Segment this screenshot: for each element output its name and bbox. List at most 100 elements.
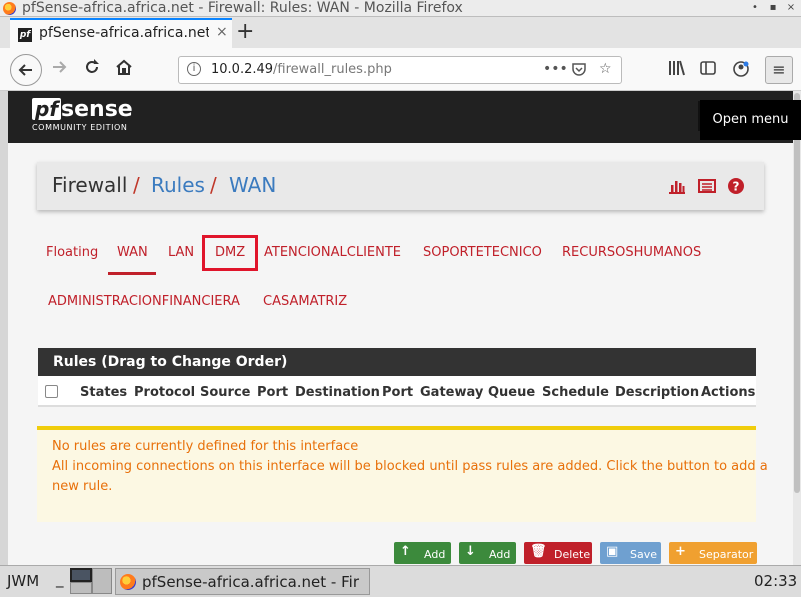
rules-panel-heading: Rules (Drag to Change Order): [38, 348, 756, 376]
hamburger-menu-icon[interactable]: ≡: [765, 56, 793, 84]
screen: pfSense-africa.africa.net - Firewall: Ru…: [0, 0, 801, 597]
minimize-all-button[interactable]: _: [56, 570, 64, 588]
separator-label: Separator: [699, 548, 754, 561]
log-list-icon[interactable]: [698, 177, 716, 195]
help-icon[interactable]: ?: [727, 177, 745, 195]
logo-pf: pf: [32, 98, 62, 120]
tab-floating[interactable]: Floating: [46, 245, 98, 260]
minimize-button[interactable]: •: [748, 1, 762, 15]
url-text[interactable]: 10.0.2.49/firewall_rules.php: [211, 62, 392, 77]
back-arrow-icon: [18, 64, 32, 76]
site-info-icon[interactable]: i: [187, 62, 201, 76]
url-bar[interactable]: i 10.0.2.49/firewall_rules.php ••• ☆: [178, 56, 622, 84]
window-title: pfSense-africa.africa.net - Firewall: Ru…: [22, 0, 463, 16]
add-bottom-label: Add: [489, 548, 511, 561]
column-protocol: Protocol: [134, 385, 196, 400]
navigation-toolbar: i 10.0.2.49/firewall_rules.php ••• ☆ ≡: [0, 48, 801, 91]
tab-lan[interactable]: LAN: [168, 245, 194, 260]
alert-line-3: new rule.: [52, 479, 113, 494]
save-label: Save: [630, 548, 658, 561]
reload-icon: [86, 59, 99, 73]
reload-button[interactable]: [83, 58, 101, 81]
column-description: Description: [615, 385, 700, 400]
close-window-button[interactable]: ×: [784, 1, 798, 15]
add-bottom-button[interactable]: ↓ Add: [459, 542, 516, 564]
bookmark-star-icon[interactable]: ☆: [599, 61, 612, 77]
svg-text:?: ?: [733, 180, 740, 194]
maximize-button[interactable]: ▪: [766, 1, 780, 15]
back-button[interactable]: [10, 54, 42, 86]
breadcrumb-rules-link[interactable]: Rules: [151, 173, 205, 197]
breadcrumb-firewall: Firewall: [52, 173, 128, 197]
account-icon[interactable]: [732, 60, 750, 82]
save-icon: ▣: [606, 544, 619, 559]
delete-label: Delete: [554, 548, 591, 561]
page-content: pf sense COMMUNITY EDITION Firewall / Rul…: [8, 91, 793, 565]
column-port: Port: [257, 385, 289, 400]
new-tab-button[interactable]: +: [236, 19, 254, 45]
page-scrollbar[interactable]: [793, 91, 801, 565]
tab-wan[interactable]: WAN: [117, 245, 148, 260]
trash-icon: 🗑: [530, 544, 547, 559]
library-icon[interactable]: [668, 60, 686, 80]
column-queue: Queue: [488, 385, 536, 400]
arrow-down-icon: ↓: [465, 544, 476, 559]
taskbar: JWM _ pfSense-africa.africa.net - Fir 02…: [0, 565, 801, 597]
tab-atencionalcliente[interactable]: ATENCIONALCLIENTE: [264, 245, 401, 260]
tab-soportetecnico[interactable]: SOPORTETECNICO: [423, 245, 542, 260]
dmz-highlight-box: [202, 235, 258, 271]
url-path: /firewall_rules.php: [273, 62, 392, 77]
logo-sense: sense: [61, 97, 133, 122]
page-actions-icon[interactable]: •••: [543, 61, 568, 77]
desktop-pager-3[interactable]: [70, 582, 92, 594]
column-states: States: [80, 385, 128, 400]
active-tab-indicator: [108, 272, 156, 275]
scrollbar-thumb[interactable]: [794, 93, 800, 493]
add-top-label: Add: [424, 548, 446, 561]
forward-button[interactable]: [50, 58, 68, 81]
save-button[interactable]: ▣ Save: [600, 542, 661, 564]
tab-close-icon[interactable]: ×: [216, 24, 228, 40]
pfsense-favicon-icon: pf: [18, 28, 32, 42]
rules-panel: Rules (Drag to Change Order) States Prot…: [38, 348, 756, 407]
status-chart-icon[interactable]: [668, 177, 686, 195]
desktop-pager-1[interactable]: [70, 568, 92, 582]
tab-recursoshumanos[interactable]: RECURSOSHUMANOS: [562, 245, 701, 260]
column-port: Port: [382, 385, 414, 400]
window-titlebar: pfSense-africa.africa.net - Firewall: Ru…: [0, 0, 801, 17]
sidebar-icon[interactable]: [700, 60, 716, 80]
delete-button[interactable]: 🗑 Delete: [524, 542, 592, 564]
pfsense-header: pf sense COMMUNITY EDITION: [8, 91, 793, 143]
column-gateway: Gateway: [420, 385, 484, 400]
breadcrumb-wan-link[interactable]: WAN: [229, 173, 276, 197]
column-destination: Destination: [295, 385, 380, 400]
select-all-checkbox[interactable]: [45, 385, 58, 398]
separator-button[interactable]: + Separator: [669, 542, 757, 564]
tab-strip: pf pfSense-africa.africa.net - Firewall:…: [0, 17, 801, 48]
column-actions: Actions: [701, 385, 756, 400]
forward-arrow-icon: [53, 61, 67, 73]
pocket-icon[interactable]: [571, 61, 587, 81]
firefox-icon: [3, 2, 16, 15]
open-menu-tooltip: Open menu: [700, 100, 801, 140]
plus-icon: +: [675, 544, 686, 559]
desktop-pager-2[interactable]: [92, 568, 112, 594]
breadcrumb: Firewall / Rules / WAN ?: [37, 162, 764, 210]
tab-casamatriz[interactable]: CASAMATRIZ: [263, 294, 347, 309]
firefox-icon: [120, 574, 136, 590]
add-top-button[interactable]: ↑ Add: [394, 542, 451, 564]
jwm-menu-button[interactable]: JWM: [7, 572, 39, 590]
browser-tab[interactable]: pf pfSense-africa.africa.net - Firewall:…: [10, 18, 232, 48]
no-rules-alert: No rules are currently defined for this …: [37, 426, 768, 522]
home-icon: [116, 59, 132, 75]
pfsense-logo[interactable]: pf sense COMMUNITY EDITION: [32, 97, 133, 132]
breadcrumb-separator: /: [210, 173, 217, 197]
taskbar-firefox-task[interactable]: pfSense-africa.africa.net - Fir: [115, 568, 370, 595]
task-label: pfSense-africa.africa.net - Fir: [142, 573, 359, 591]
tab-administracionfinanciera[interactable]: ADMINISTRACIONFINANCIERA: [48, 294, 240, 309]
home-button[interactable]: [115, 58, 133, 81]
url-host: 10.0.2.49: [211, 62, 274, 77]
column-schedule: Schedule: [542, 385, 609, 400]
alert-line-2: All incoming connections on this interfa…: [52, 459, 768, 474]
column-source: Source: [200, 385, 251, 400]
